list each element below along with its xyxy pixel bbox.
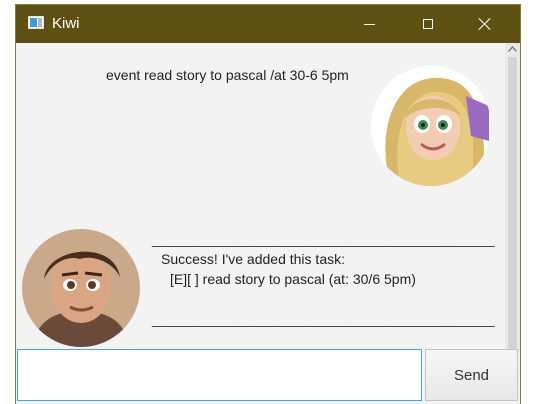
dialog-scroll-pane[interactable]: event read story to pascal /at 30-6 5pm — [16, 43, 520, 351]
close-icon — [478, 17, 492, 31]
chevron-up-icon[interactable] — [505, 43, 520, 55]
divider-bottom: ________________________________________… — [152, 311, 495, 327]
bot-avatar — [22, 229, 140, 347]
window-title: Kiwi — [52, 15, 80, 32]
scrollbar-thumb[interactable] — [508, 57, 517, 349]
divider-top: ________________________________________… — [152, 231, 495, 247]
vertical-scrollbar[interactable] — [505, 43, 520, 351]
send-button[interactable]: Send — [425, 349, 518, 401]
user-avatar — [371, 66, 491, 186]
message-input[interactable] — [17, 349, 422, 401]
app-window-icon — [28, 16, 44, 29]
close-button[interactable] — [462, 5, 508, 43]
maximize-icon — [423, 19, 433, 29]
minimize-button[interactable] — [346, 5, 392, 43]
title-bar[interactable]: Kiwi — [16, 5, 520, 43]
user-message: event read story to pascal /at 30-6 5pm — [106, 67, 349, 83]
bot-response: ________________________________________… — [152, 229, 495, 329]
bot-response-line: Success! I've added this task: — [161, 251, 345, 267]
app-window: Kiwi event read story to pascal /at 30-6… — [16, 5, 520, 404]
minimize-icon — [363, 23, 375, 25]
task-entry: [E][ ] read story to pascal (at: 30/6 5p… — [170, 271, 416, 287]
maximize-button[interactable] — [405, 5, 451, 43]
